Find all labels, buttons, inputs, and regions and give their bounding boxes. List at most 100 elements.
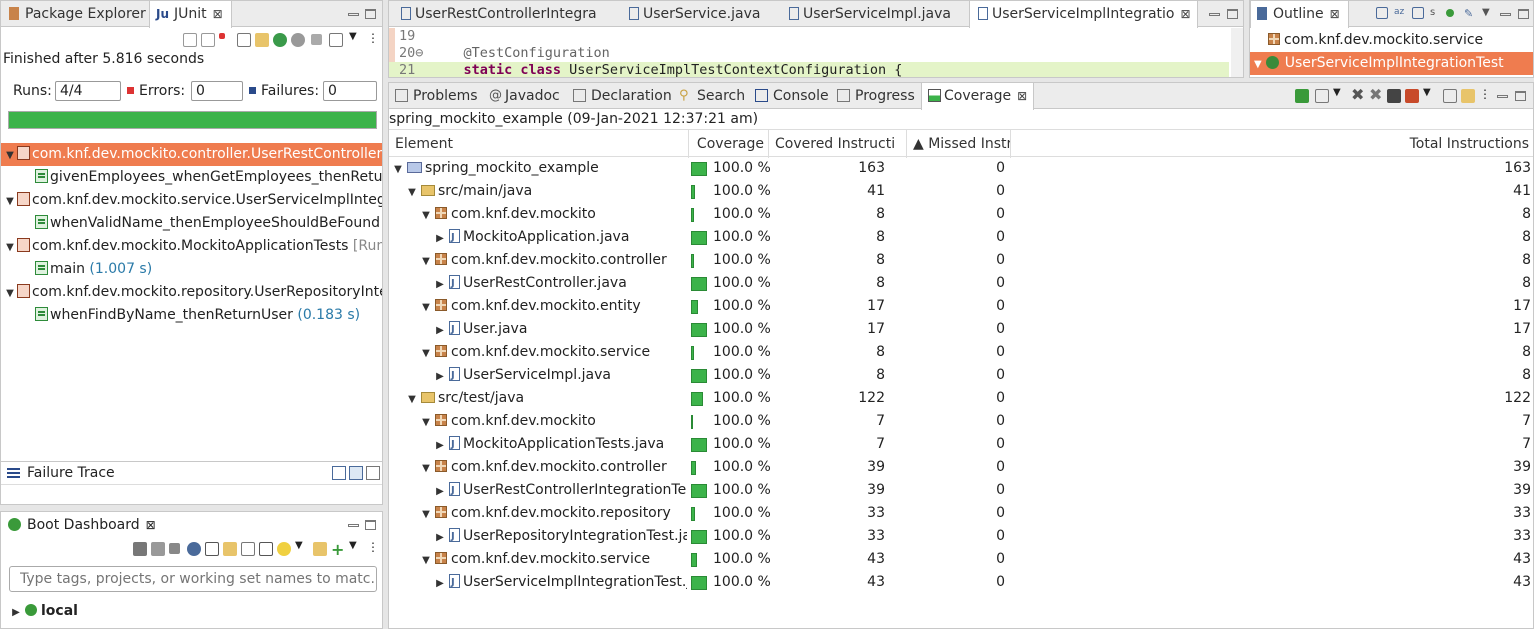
add-icon[interactable]: + <box>331 540 345 559</box>
arrow-down-icon[interactable]: ▼ <box>421 250 431 273</box>
chevron-right-icon[interactable]: ▶ <box>435 273 445 296</box>
coverage-row[interactable]: ▼ src/main/java 100.0 % 41 0 41 <box>389 180 1533 203</box>
coverage-row[interactable]: ▶ MockitoApplication.java 100.0 % 8 0 8 <box>389 226 1533 249</box>
arrow-down-icon[interactable]: ▼ <box>393 158 403 181</box>
arrow-down-icon[interactable]: ▼ <box>421 457 431 480</box>
tab-problems[interactable]: Problems <box>389 83 478 109</box>
col-total[interactable]: Total Instructions <box>1011 130 1533 158</box>
view-menu-icon[interactable]: ⋮ <box>367 31 381 45</box>
coverage-row[interactable]: ▼ com.knf.dev.mockito 100.0 % 7 0 7 <box>389 410 1533 433</box>
hide-local-types-icon[interactable]: ✎ <box>1464 7 1478 21</box>
tab-user-rest-controller-integration[interactable]: UserRestControllerIntegra <box>393 1 597 27</box>
coverage-row[interactable]: ▼ com.knf.dev.mockito.repository 100.0 % 33… <box>389 502 1533 525</box>
outline-item-package[interactable]: com.knf.dev.mockito.service <box>1250 29 1533 52</box>
coverage-row[interactable]: ▶ UserServiceImplIntegrationTest.j 100.0 %… <box>389 571 1533 594</box>
coverage-row[interactable]: ▶ UserRestControllerIntegrationTe 100.0 % 3… <box>389 479 1533 502</box>
col-missed[interactable]: ▲ Missed Instruct <box>907 130 1011 158</box>
close-icon[interactable]: ⊠ <box>1017 89 1027 103</box>
coverage-row[interactable]: ▶ UserRestController.java 100.0 % 8 0 8 <box>389 272 1533 295</box>
stop-icon[interactable] <box>169 543 180 554</box>
arrow-down-icon[interactable]: ▼ <box>421 503 431 526</box>
close-icon[interactable]: ⊠ <box>146 518 156 532</box>
coverage-row[interactable]: ▼ com.knf.dev.mockito.service 100.0 % 43 0 43 <box>389 548 1533 571</box>
maximize-icon[interactable] <box>1518 9 1529 19</box>
test-case-item[interactable]: main (1.007 s) <box>1 258 382 281</box>
close-icon[interactable]: ⊠ <box>1180 7 1190 21</box>
edit-icon[interactable] <box>241 542 255 556</box>
hide-fields-icon[interactable] <box>1412 7 1424 19</box>
minimize-icon[interactable] <box>1497 95 1508 98</box>
link-icon[interactable] <box>1461 89 1475 103</box>
coverage-row[interactable]: ▼ com.knf.dev.mockito.service 100.0 % 8 0 8 <box>389 341 1533 364</box>
hide-nonpublic-icon[interactable] <box>1446 9 1454 17</box>
code-line[interactable]: 20⊖ @TestConfiguration <box>389 45 1229 62</box>
chevron-down-icon[interactable]: ▼ <box>295 540 309 554</box>
outline-item-class[interactable]: ▼ UserServiceImplIntegrationTest <box>1250 52 1533 75</box>
coverage-row[interactable]: ▼ spring_mockito_example 100.0 % 163 0 163 <box>389 157 1533 180</box>
skipped-icon[interactable] <box>237 33 251 47</box>
filter-icon[interactable] <box>313 542 327 556</box>
coverage-row[interactable]: ▼ src/test/java 100.0 % 122 0 122 <box>389 387 1533 410</box>
minimize-icon[interactable] <box>1209 13 1220 16</box>
merge-icon[interactable] <box>1387 89 1401 103</box>
compare-icon[interactable] <box>349 466 363 480</box>
close-icon[interactable]: ⊠ <box>213 7 223 21</box>
tab-junit[interactable]: Ju JUnit ⊠ <box>149 1 232 28</box>
rerun-failed-icon[interactable] <box>291 33 305 47</box>
test-suite-item[interactable]: ▼ com.knf.dev.mockito.MockitoApplicationT… <box>1 235 382 258</box>
chevron-right-icon[interactable]: ▶ <box>435 365 445 388</box>
arrow-down-icon[interactable]: ▼ <box>421 411 431 434</box>
boot-search-input[interactable] <box>9 566 377 592</box>
arrow-down-icon[interactable]: ▼ <box>5 282 15 305</box>
view-menu-icon[interactable]: ⋮ <box>1479 87 1493 101</box>
minimize-icon[interactable] <box>1500 13 1511 16</box>
code-line[interactable]: 21 static class UserServiceImplTestConte… <box>389 62 1229 77</box>
properties-icon[interactable] <box>259 542 273 556</box>
test-case-item[interactable]: givenEmployees_whenGetEmployees_thenRetu… <box>1 166 382 189</box>
maximize-icon[interactable] <box>365 520 376 530</box>
coverage-row[interactable]: ▼ com.knf.dev.mockito.controller 100.0 % 8 0… <box>389 249 1533 272</box>
arrow-down-icon[interactable]: ▼ <box>5 144 15 167</box>
coverage-row[interactable]: ▶ UserRepositoryIntegrationTest.ja 100.0 %… <box>389 525 1533 548</box>
test-case-item[interactable]: whenFindByName_thenReturnUser (0.183 s) <box>1 304 382 327</box>
editor-scrollbar[interactable] <box>1231 28 1243 77</box>
filter-trace-icon[interactable] <box>332 466 346 480</box>
tab-coverage[interactable]: Coverage ⊠ <box>921 83 1035 110</box>
previous-failure-icon[interactable] <box>201 33 215 47</box>
remove-session-icon[interactable]: ✖ <box>1351 85 1365 104</box>
coverage-row[interactable]: ▶ MockitoApplicationTests.java 100.0 % 7 0 7 <box>389 433 1533 456</box>
maximize-icon[interactable] <box>1227 9 1238 19</box>
minimize-icon[interactable] <box>348 13 359 16</box>
chevron-down-icon[interactable]: ▼ <box>349 31 363 45</box>
coverage-row[interactable]: ▼ com.knf.dev.mockito 100.0 % 8 0 8 <box>389 203 1533 226</box>
col-covered[interactable]: Covered Instructi <box>769 130 907 158</box>
coverage-row[interactable]: ▼ com.knf.dev.mockito.entity 100.0 % 17 0 17 <box>389 295 1533 318</box>
hide-static-icon[interactable]: s <box>1430 7 1444 21</box>
col-element[interactable]: Element <box>389 130 689 158</box>
chevron-down-icon[interactable]: ▼ <box>1333 87 1347 101</box>
coverage-row[interactable]: ▶ UserServiceImpl.java 100.0 % 8 0 8 <box>389 364 1533 387</box>
test-case-item[interactable]: whenValidName_thenEmployeeShouldBeFound … <box>1 212 382 235</box>
failures-only-icon[interactable] <box>219 33 225 39</box>
history-icon[interactable] <box>329 33 343 47</box>
view-menu-icon[interactable]: ⋮ <box>367 540 381 554</box>
arrow-down-icon[interactable]: ▼ <box>5 190 15 213</box>
tab-progress[interactable]: Progress <box>833 83 915 109</box>
chevron-right-icon[interactable]: ▶ <box>11 602 21 624</box>
focus-icon[interactable]: ▼ <box>1482 7 1496 21</box>
chevron-right-icon[interactable]: ▶ <box>435 319 445 342</box>
col-coverage[interactable]: Coverage <box>689 130 769 158</box>
test-suite-item[interactable]: ▼ com.knf.dev.mockito.service.UserService… <box>1 189 382 212</box>
arrow-down-icon[interactable]: ▼ <box>421 549 431 572</box>
tab-user-service-impl-integration[interactable]: UserServiceImplIntegratio ⊠ <box>969 1 1198 28</box>
rerun-icon[interactable] <box>273 33 287 47</box>
coverage-row[interactable]: ▼ com.knf.dev.mockito.controller 100.0 % 39… <box>389 456 1533 479</box>
sort-icon[interactable]: az <box>1394 7 1408 21</box>
boot-dashboard-tab[interactable]: Boot Dashboard ⊠ <box>1 512 161 538</box>
tab-declaration[interactable]: Declaration <box>569 83 672 109</box>
chevron-down-icon[interactable]: ▼ <box>349 540 363 554</box>
tab-search[interactable]: ⚲ Search <box>675 83 745 109</box>
code-line[interactable]: 19 <box>389 28 1229 45</box>
chevron-right-icon[interactable]: ▶ <box>435 227 445 250</box>
arrow-down-icon[interactable]: ▼ <box>407 388 417 411</box>
